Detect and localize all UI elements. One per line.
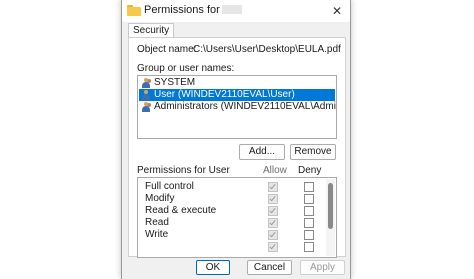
allow-checkbox bbox=[268, 206, 278, 216]
folder-icon bbox=[127, 5, 141, 16]
add-button[interactable]: Add... bbox=[239, 144, 285, 160]
allow-header: Allow bbox=[263, 165, 287, 176]
tab-strip: Security bbox=[122, 22, 350, 38]
permission-name: Write bbox=[145, 229, 169, 240]
list-item-system[interactable]: SYSTEM bbox=[139, 77, 335, 89]
scrollbar-thumb[interactable] bbox=[328, 183, 333, 229]
permissions-scrollbar[interactable] bbox=[326, 179, 335, 256]
title-bar: Permissions for ✕ bbox=[122, 0, 350, 22]
permission-name: Read & execute bbox=[145, 205, 217, 216]
redacted-filename bbox=[221, 5, 242, 14]
list-item-label: SYSTEM bbox=[154, 77, 196, 88]
apply-button[interactable]: Apply bbox=[300, 260, 345, 275]
permission-row: Write bbox=[138, 229, 324, 241]
deny-checkbox[interactable] bbox=[304, 230, 314, 240]
permission-row: Read bbox=[138, 217, 324, 229]
permission-row: Modify bbox=[138, 193, 324, 205]
allow-checkbox bbox=[268, 218, 278, 228]
remove-button[interactable]: Remove bbox=[290, 144, 336, 160]
group-icon bbox=[141, 78, 151, 88]
object-name-value: C:\Users\User\Desktop\EULA.pdf bbox=[193, 44, 341, 55]
allow-checkbox bbox=[268, 230, 278, 240]
group-icon bbox=[141, 102, 151, 112]
allow-checkbox bbox=[268, 242, 278, 252]
deny-checkbox[interactable] bbox=[304, 206, 314, 216]
list-item-label: User (WINDEV2110EVAL\User) bbox=[154, 89, 295, 100]
group-names-label: Group or user names: bbox=[137, 63, 235, 74]
window-title-text: Permissions for bbox=[144, 4, 220, 16]
security-panel: Object name: C:\Users\User\Desktop\EULA.… bbox=[128, 37, 346, 258]
permissions-label: Permissions for User bbox=[137, 165, 230, 176]
permission-name: Modify bbox=[145, 193, 175, 204]
permissions-dialog: Permissions for ✕ Security Object name: … bbox=[121, 0, 351, 279]
permission-row: Read & execute bbox=[138, 205, 324, 217]
list-item-label: Administrators (WINDEV2110EVAL\Administr… bbox=[154, 101, 336, 112]
cancel-button[interactable]: Cancel bbox=[247, 260, 292, 275]
deny-checkbox[interactable] bbox=[304, 182, 314, 192]
allow-checkbox bbox=[268, 182, 278, 192]
permission-name: Full control bbox=[145, 181, 194, 192]
group-user-list[interactable]: SYSTEM User (WINDEV2110EVAL\User) Admini… bbox=[137, 75, 337, 139]
user-icon bbox=[141, 90, 151, 100]
deny-checkbox[interactable] bbox=[304, 242, 314, 252]
permission-row: Full control bbox=[138, 181, 324, 193]
close-button[interactable]: ✕ bbox=[324, 0, 350, 22]
window-title: Permissions for bbox=[144, 4, 242, 16]
deny-header: Deny bbox=[298, 165, 322, 176]
permission-name: Read bbox=[145, 217, 169, 228]
ok-button[interactable]: OK bbox=[196, 260, 230, 275]
object-name-label: Object name: bbox=[137, 44, 197, 55]
list-item-administrators[interactable]: Administrators (WINDEV2110EVAL\Administr… bbox=[139, 101, 336, 113]
deny-checkbox[interactable] bbox=[304, 218, 314, 228]
allow-checkbox bbox=[268, 194, 278, 204]
permissions-list: Full control Modify Read & execute Read bbox=[137, 177, 337, 258]
tab-security[interactable]: Security bbox=[128, 23, 175, 38]
deny-checkbox[interactable] bbox=[304, 194, 314, 204]
permission-row-partial bbox=[138, 241, 324, 253]
list-item-user[interactable]: User (WINDEV2110EVAL\User) bbox=[139, 89, 335, 101]
